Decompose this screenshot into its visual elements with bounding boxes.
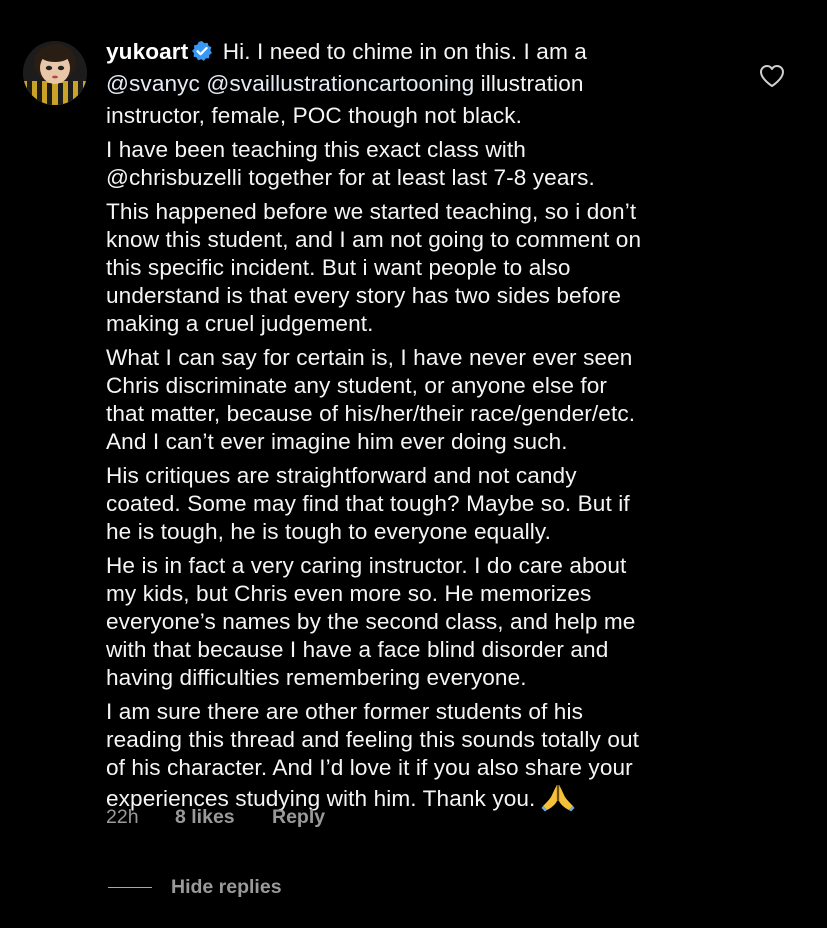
comment-text-line: I have been teaching this exact class wi… (106, 137, 526, 162)
comment-paragraph-4: His critiques are straightforward and no… (106, 462, 746, 546)
hide-replies-divider (108, 886, 152, 889)
comment-text-line: he is tough, he is tough to everyone equ… (106, 519, 551, 544)
comment-text-line: I am sure there are other former student… (106, 699, 583, 724)
avatar-image (23, 41, 87, 105)
comment-text-line: this specific incident. But i want peopl… (106, 255, 571, 280)
comment-mentions-line: @svanyc @svaillustrationcartooning illus… (106, 70, 746, 98)
comment-text-line: And I can’t ever imagine him ever doing … (106, 429, 568, 454)
comment-text-line: What I can say for certain is, I have ne… (106, 345, 633, 370)
comment-meta-row: 22h 8 likes Reply (106, 806, 325, 829)
comment-text-line: reading this thread and feeling this sou… (106, 727, 640, 752)
comment-paragraph-2: This happened before we started teaching… (106, 198, 746, 338)
comment-timestamp: 22h (106, 806, 139, 828)
comment-body: yukoart Hi. I need to chime in on this. … (106, 38, 746, 813)
verified-badge-icon (191, 40, 213, 62)
comment-paragraph-1: I have been teaching this exact class wi… (106, 136, 746, 192)
comment-text-line: everyone’s names by the second class, an… (106, 609, 636, 634)
comment-text-line: of his character. And I’d love it if you… (106, 755, 633, 780)
comment-text-line: This happened before we started teaching… (106, 199, 637, 224)
comment-text-line: that matter, because of his/her/their ra… (106, 401, 636, 426)
hide-replies-button[interactable]: Hide replies (108, 876, 282, 899)
folded-hands-emoji-icon (541, 782, 575, 812)
heart-outline-icon[interactable] (759, 64, 785, 88)
comment-text-line: instructor, female, POC though not black… (106, 103, 523, 128)
likes-count-button[interactable]: 8 likes (175, 806, 272, 829)
comment-text-line: He is in fact a very caring instructor. … (106, 553, 627, 578)
comment-text-intro: Hi. I need to chime in on this. I am a (216, 39, 587, 64)
username-link[interactable]: yukoart (106, 39, 188, 64)
comment-text-line: making a cruel judgement. (106, 311, 374, 336)
mention-link-svanyc[interactable]: @svanyc (106, 71, 200, 96)
comment-first-line: yukoart Hi. I need to chime in on this. … (106, 38, 746, 66)
comment-text-line: His critiques are straightforward and no… (106, 463, 577, 488)
comment-paragraph-6: I am sure there are other former student… (106, 698, 746, 813)
comment-text-line: my kids, but Chris even more so. He memo… (106, 581, 592, 606)
comment-text-line: know this student, and I am not going to… (106, 227, 642, 252)
avatar[interactable] (23, 41, 87, 105)
comment-text-line: understand is that every story has two s… (106, 283, 621, 308)
comment-text-line: having difficulties remembering everyone… (106, 665, 527, 690)
reply-button[interactable]: Reply (272, 806, 325, 829)
mention-link-svaillustrationcartooning[interactable]: @svaillustrationcartooning (206, 71, 474, 96)
comment-paragraph-5: He is in fact a very caring instructor. … (106, 552, 746, 692)
comment-text-line: with that because I have a face blind di… (106, 637, 609, 662)
comment-text-line: @chrisbuzelli together for at least last… (106, 165, 595, 190)
comment-paragraph-3: What I can say for certain is, I have ne… (106, 344, 746, 456)
comment-text-line: Chris discriminate any student, or anyon… (106, 373, 608, 398)
comment-text-fragment: illustration (474, 71, 584, 96)
comment-text-line: coated. Some may find that tough? Maybe … (106, 491, 630, 516)
hide-replies-label: Hide replies (171, 876, 282, 898)
